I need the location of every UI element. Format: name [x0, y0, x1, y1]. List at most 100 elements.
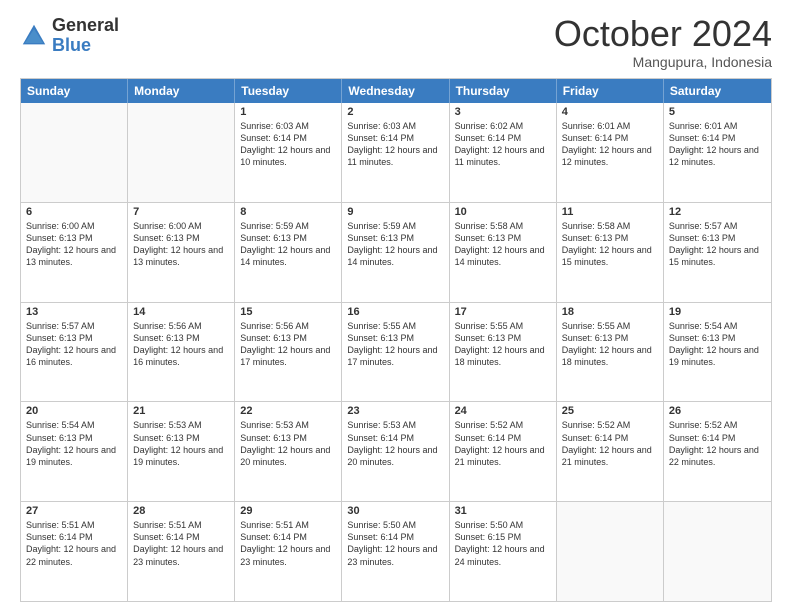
day-number: 10: [455, 206, 551, 218]
day-info: Sunrise: 5:52 AM Sunset: 6:14 PM Dayligh…: [669, 419, 766, 468]
day-info: Sunrise: 5:52 AM Sunset: 6:14 PM Dayligh…: [562, 419, 658, 468]
day-number: 8: [240, 206, 336, 218]
day-info: Sunrise: 5:59 AM Sunset: 6:13 PM Dayligh…: [347, 220, 443, 269]
calendar-cell: 16 Sunrise: 5:55 AM Sunset: 6:13 PM Dayli…: [342, 303, 449, 402]
day-info: Sunrise: 6:02 AM Sunset: 6:14 PM Dayligh…: [455, 120, 551, 169]
calendar-day-header: Friday: [557, 79, 664, 103]
calendar-cell: [557, 502, 664, 601]
calendar-week-row: 27 Sunrise: 5:51 AM Sunset: 6:14 PM Dayli…: [21, 501, 771, 601]
calendar-day-header: Thursday: [450, 79, 557, 103]
day-number: 30: [347, 505, 443, 517]
day-info: Sunrise: 5:55 AM Sunset: 6:13 PM Dayligh…: [455, 320, 551, 369]
calendar-cell: [21, 103, 128, 202]
calendar-cell: 31Sunrise: 5:50 AM Sunset: 6:15 PM Dayli…: [450, 502, 557, 601]
day-info: Sunrise: 5:54 AM Sunset: 6:13 PM Dayligh…: [669, 320, 766, 369]
calendar-cell: 28Sunrise: 5:51 AM Sunset: 6:14 PM Dayli…: [128, 502, 235, 601]
day-info: Sunrise: 5:56 AM Sunset: 6:13 PM Dayligh…: [240, 320, 336, 369]
calendar-day-header: Sunday: [21, 79, 128, 103]
calendar-cell: 17 Sunrise: 5:55 AM Sunset: 6:13 PM Dayli…: [450, 303, 557, 402]
title-block: October 2024 Mangupura, Indonesia: [554, 16, 772, 70]
day-number: 12: [669, 206, 766, 218]
calendar-cell: 21 Sunrise: 5:53 AM Sunset: 6:13 PM Dayli…: [128, 402, 235, 501]
day-number: 11: [562, 206, 658, 218]
calendar-cell: 7 Sunrise: 6:00 AM Sunset: 6:13 PM Daylig…: [128, 203, 235, 302]
day-number: 4: [562, 106, 658, 118]
logo-general: General: [52, 16, 119, 36]
calendar-week-row: 13 Sunrise: 5:57 AM Sunset: 6:13 PM Dayli…: [21, 302, 771, 402]
day-number: 27: [26, 505, 122, 517]
calendar-cell: 20Sunrise: 5:54 AM Sunset: 6:13 PM Dayli…: [21, 402, 128, 501]
day-number: 22: [240, 405, 336, 417]
day-info: Sunrise: 6:01 AM Sunset: 6:14 PM Dayligh…: [669, 120, 766, 169]
logo-blue: Blue: [52, 36, 119, 56]
day-number: 26: [669, 405, 766, 417]
calendar-cell: 25 Sunrise: 5:52 AM Sunset: 6:14 PM Dayli…: [557, 402, 664, 501]
calendar-cell: 6 Sunrise: 6:00 AM Sunset: 6:13 PM Daylig…: [21, 203, 128, 302]
calendar-cell: 15Sunrise: 5:56 AM Sunset: 6:13 PM Dayli…: [235, 303, 342, 402]
calendar-body: 1 Sunrise: 6:03 AM Sunset: 6:14 PM Daylig…: [21, 103, 771, 601]
calendar-day-header: Saturday: [664, 79, 771, 103]
day-info: Sunrise: 6:03 AM Sunset: 6:14 PM Dayligh…: [240, 120, 336, 169]
day-info: Sunrise: 5:57 AM Sunset: 6:13 PM Dayligh…: [669, 220, 766, 269]
calendar-cell: 29Sunrise: 5:51 AM Sunset: 6:14 PM Dayli…: [235, 502, 342, 601]
day-number: 1: [240, 106, 336, 118]
day-number: 5: [669, 106, 766, 118]
calendar-cell: 3Sunrise: 6:02 AM Sunset: 6:14 PM Daylig…: [450, 103, 557, 202]
day-number: 19: [669, 306, 766, 318]
day-info: Sunrise: 6:00 AM Sunset: 6:13 PM Dayligh…: [133, 220, 229, 269]
day-info: Sunrise: 6:00 AM Sunset: 6:13 PM Dayligh…: [26, 220, 122, 269]
calendar-cell: [128, 103, 235, 202]
day-number: 2: [347, 106, 443, 118]
day-number: 7: [133, 206, 229, 218]
calendar-day-header: Tuesday: [235, 79, 342, 103]
calendar-cell: 22 Sunrise: 5:53 AM Sunset: 6:13 PM Dayli…: [235, 402, 342, 501]
calendar-cell: [664, 502, 771, 601]
day-number: 20: [26, 405, 122, 417]
calendar-cell: 18 Sunrise: 5:55 AM Sunset: 6:13 PM Dayli…: [557, 303, 664, 402]
day-info: Sunrise: 5:52 AM Sunset: 6:14 PM Dayligh…: [455, 419, 551, 468]
calendar-cell: 30 Sunrise: 5:50 AM Sunset: 6:14 PM Dayli…: [342, 502, 449, 601]
day-info: Sunrise: 5:53 AM Sunset: 6:13 PM Dayligh…: [133, 419, 229, 468]
calendar-cell: 12 Sunrise: 5:57 AM Sunset: 6:13 PM Dayli…: [664, 203, 771, 302]
day-info: Sunrise: 5:55 AM Sunset: 6:13 PM Dayligh…: [562, 320, 658, 369]
calendar-day-header: Wednesday: [342, 79, 449, 103]
page: General Blue October 2024 Mangupura, Ind…: [0, 0, 792, 612]
day-info: Sunrise: 5:55 AM Sunset: 6:13 PM Dayligh…: [347, 320, 443, 369]
logo-icon: [20, 22, 48, 50]
calendar-cell: 11Sunrise: 5:58 AM Sunset: 6:13 PM Dayli…: [557, 203, 664, 302]
calendar-cell: 2 Sunrise: 6:03 AM Sunset: 6:14 PM Daylig…: [342, 103, 449, 202]
day-number: 31: [455, 505, 551, 517]
calendar-cell: 26 Sunrise: 5:52 AM Sunset: 6:14 PM Dayli…: [664, 402, 771, 501]
calendar-cell: 23Sunrise: 5:53 AM Sunset: 6:14 PM Dayli…: [342, 402, 449, 501]
calendar-day-header: Monday: [128, 79, 235, 103]
calendar-cell: 14Sunrise: 5:56 AM Sunset: 6:13 PM Dayli…: [128, 303, 235, 402]
day-number: 24: [455, 405, 551, 417]
location: Mangupura, Indonesia: [554, 54, 772, 70]
calendar-cell: 5 Sunrise: 6:01 AM Sunset: 6:14 PM Daylig…: [664, 103, 771, 202]
calendar: SundayMondayTuesdayWednesdayThursdayFrid…: [20, 78, 772, 602]
day-number: 9: [347, 206, 443, 218]
day-info: Sunrise: 5:58 AM Sunset: 6:13 PM Dayligh…: [455, 220, 551, 269]
calendar-cell: 24 Sunrise: 5:52 AM Sunset: 6:14 PM Dayli…: [450, 402, 557, 501]
calendar-cell: 9 Sunrise: 5:59 AM Sunset: 6:13 PM Daylig…: [342, 203, 449, 302]
calendar-week-row: 20Sunrise: 5:54 AM Sunset: 6:13 PM Dayli…: [21, 401, 771, 501]
day-info: Sunrise: 5:51 AM Sunset: 6:14 PM Dayligh…: [240, 519, 336, 568]
day-number: 14: [133, 306, 229, 318]
day-info: Sunrise: 5:59 AM Sunset: 6:13 PM Dayligh…: [240, 220, 336, 269]
day-number: 21: [133, 405, 229, 417]
day-number: 6: [26, 206, 122, 218]
day-number: 23: [347, 405, 443, 417]
day-number: 16: [347, 306, 443, 318]
day-number: 13: [26, 306, 122, 318]
day-number: 17: [455, 306, 551, 318]
day-info: Sunrise: 5:51 AM Sunset: 6:14 PM Dayligh…: [26, 519, 122, 568]
day-info: Sunrise: 6:03 AM Sunset: 6:14 PM Dayligh…: [347, 120, 443, 169]
day-number: 25: [562, 405, 658, 417]
day-number: 18: [562, 306, 658, 318]
day-info: Sunrise: 5:50 AM Sunset: 6:14 PM Dayligh…: [347, 519, 443, 568]
day-number: 28: [133, 505, 229, 517]
day-info: Sunrise: 5:57 AM Sunset: 6:13 PM Dayligh…: [26, 320, 122, 369]
day-info: Sunrise: 5:53 AM Sunset: 6:13 PM Dayligh…: [240, 419, 336, 468]
calendar-week-row: 6 Sunrise: 6:00 AM Sunset: 6:13 PM Daylig…: [21, 202, 771, 302]
calendar-header: SundayMondayTuesdayWednesdayThursdayFrid…: [21, 79, 771, 103]
